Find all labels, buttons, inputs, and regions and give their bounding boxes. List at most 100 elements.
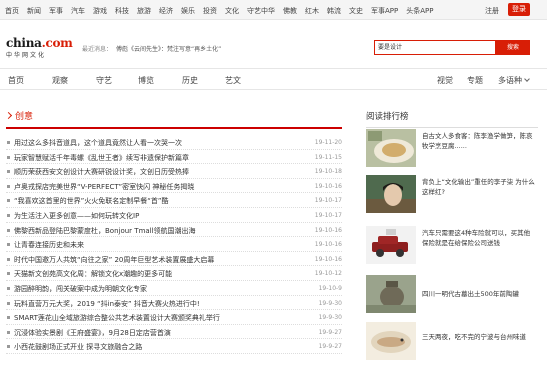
article-title[interactable]: 玩料直营万元大奖，2019 “抖in泰安” 抖音大赛火热进行中! <box>14 299 304 309</box>
nav-history[interactable]: 历史 <box>182 75 198 86</box>
article-date: 19-10-16 <box>314 241 342 249</box>
top-nav-item[interactable]: 韩流 <box>327 6 341 16</box>
article-title[interactable]: 让青春连接历史和未来 <box>14 240 304 250</box>
article-row[interactable]: 小西花鼓剧场正式开业 探寻文旅融合之路 19-9-27 <box>6 339 342 354</box>
article-date: 19-11-15 <box>314 153 342 161</box>
article-row[interactable]: 沉浸体验实景剧《王府盛宴》，9月28日定店营首演 19-9-27 <box>6 325 342 340</box>
top-nav-item[interactable]: 娱乐 <box>181 6 195 16</box>
article-title[interactable]: 沉浸体验实景剧《王府盛宴》，9月28日定店营首演 <box>14 328 304 338</box>
sidebar-divider <box>366 127 538 128</box>
top-nav-item[interactable]: 经济 <box>159 6 173 16</box>
article-date: 19-10-16 <box>314 182 342 190</box>
top-nav-item[interactable]: 文史 <box>349 6 363 16</box>
article-title[interactable]: 为生活注入更多创意——如何玩转文化IP <box>14 211 304 221</box>
rank-text[interactable]: 自古文人多食客：陈李渔学做笋，陈哀牧学烹豆腐...... <box>422 131 536 151</box>
article-row[interactable]: 佛黎西新品登陆巴黎蒙度杜，Bonjour Tmall领航国潮出海 19-10-16 <box>6 223 342 238</box>
bullet-icon <box>7 155 10 159</box>
rank-item[interactable]: 自古文人多食客：陈李渔学做笋，陈哀牧学烹豆腐...... <box>366 129 538 171</box>
nav-home[interactable]: 首页 <box>8 75 24 86</box>
article-title[interactable]: 顺历荣获西安文创设计大赛研锐设计奖，文创日历受热捧 <box>14 167 304 177</box>
latest-headline[interactable]: 傅彪《云间先生》：梵注写意“再乡土化” <box>116 46 221 53</box>
article-date: 19-9-27 <box>318 328 342 336</box>
article-date: 19-10-16 <box>314 255 342 263</box>
article-row[interactable]: 游园醉明韵，闯关破案中成为明朝文化专家 19-10-9 <box>6 281 342 296</box>
top-nav-item[interactable]: 新闻 <box>27 6 41 16</box>
rank-text[interactable]: 四川一明代古墓出土500年前陶罐 <box>422 289 536 299</box>
rank-text[interactable]: 汽车只需要这4种车险就可以，买其他保险就是在给保险公司送钱 <box>422 228 536 248</box>
top-nav-item[interactable]: 红木 <box>305 6 319 16</box>
article-title[interactable]: 天猫新文创苑高文化周：解锁文化x潮趣的更多可能 <box>14 269 304 279</box>
article-row[interactable]: 卢奥戎探店完美世界“V-PERFECT”密室快闪 神秘任务揭晓 19-10-16 <box>6 179 342 194</box>
top-nav-item[interactable]: 守艺中华 <box>247 6 275 16</box>
article-date: 19-10-12 <box>314 270 342 278</box>
article-row[interactable]: 玩家智慧赋活千年毒螺《乱世王者》续写非遗保护新篇章 19-11-15 <box>6 150 342 165</box>
article-row[interactable]: 让青春连接历史和未来 19-10-16 <box>6 237 342 252</box>
article-date: 19-10-16 <box>314 226 342 234</box>
latest-news: 最近消息： 傅彪《云间先生》：梵注写意“再乡土化” <box>82 44 221 53</box>
article-title[interactable]: 用过这么多抖音道具，这个道具竟然让人看一次哭一次 <box>14 138 304 148</box>
article-row[interactable]: SMART莲花山全域旅游综合整公共艺术装置设计大赛颁奖典礼举行 19-9-30 <box>6 310 342 325</box>
top-nav-item[interactable]: 科技 <box>115 6 129 16</box>
login-button[interactable]: 登录 <box>508 3 530 16</box>
nav-arts[interactable]: 艺文 <box>225 75 241 86</box>
rank-text[interactable]: 三天两夜，吃不完的宁波与台州味道 <box>422 332 536 342</box>
nav-visual[interactable]: 视觉 <box>437 75 453 86</box>
top-nav: 首页 新闻 军事 汽车 游戏 科技 旅游 经济 娱乐 投资 文化 守艺中华 佛教 红木 韩流 文史 军事APP 头… <box>5 6 433 16</box>
nav-expo[interactable]: 博览 <box>138 75 154 86</box>
bullet-icon <box>7 228 10 232</box>
article-row[interactable]: 用过这么多抖音道具，这个道具竟然让人看一次哭一次 19-11-20 <box>6 135 342 150</box>
search-button[interactable]: 搜索 <box>496 40 530 55</box>
bullet-icon <box>7 316 10 320</box>
nav-special[interactable]: 专题 <box>467 75 483 86</box>
article-list: 用过这么多抖音道具，这个道具竟然让人看一次哭一次 19-11-20 玩家智慧赋活千年… <box>6 135 342 354</box>
site-logo[interactable]: china.com 中华网文化 <box>6 36 73 59</box>
chevron-down-icon <box>524 76 530 82</box>
top-nav-item[interactable]: 旅游 <box>137 6 151 16</box>
article-row[interactable]: 玩料直营万元大奖，2019 “抖in泰安” 抖音大赛火热进行中! 19-9-30 <box>6 296 342 311</box>
rank-text[interactable]: 背负上“文化输出”重任的李子柒 为什么这样红? <box>422 177 536 197</box>
rank-item[interactable]: 汽车只需要这4种车险就可以，买其他保险就是在给保险公司送钱 <box>366 226 538 268</box>
car-thumbnail[interactable] <box>366 226 416 264</box>
rank-item[interactable]: 三天两夜，吃不完的宁波与台州味道 <box>366 322 538 364</box>
article-row[interactable]: 天猫新文创苑高文化周：解锁文化x潮趣的更多可能 19-10-12 <box>6 266 342 281</box>
top-nav-item[interactable]: 头条APP <box>406 6 433 16</box>
food-thumbnail[interactable] <box>366 129 416 167</box>
bullet-icon <box>7 243 10 247</box>
article-title[interactable]: 玩家智慧赋活千年毒螺《乱世王者》续写非遗保护新篇章 <box>14 153 304 163</box>
rank-item[interactable]: 背负上“文化输出”重任的李子柒 为什么这样红? <box>366 175 538 217</box>
portrait-thumbnail[interactable] <box>366 175 416 213</box>
top-nav-item[interactable]: 汽车 <box>71 6 85 16</box>
article-title[interactable]: 时代中国邀万人共筑“向往之家” 20周年巨型艺术装置展盛大启幕 <box>14 255 304 265</box>
fish-thumbnail[interactable] <box>366 322 416 360</box>
top-nav-item[interactable]: 军事APP <box>371 6 398 16</box>
register-link[interactable]: 注册 <box>485 6 499 16</box>
article-row[interactable]: “我喜欢这首里的世界”火火免联名定制早餐“首”酷 19-10-17 <box>6 193 342 208</box>
bullet-icon <box>7 257 10 261</box>
top-nav-item[interactable]: 佛教 <box>283 6 297 16</box>
top-nav-item[interactable]: 军事 <box>49 6 63 16</box>
pottery-thumbnail[interactable] <box>366 275 416 313</box>
search-input[interactable]: 要是设计 <box>374 40 496 55</box>
nav-observe[interactable]: 观察 <box>52 75 68 86</box>
languages-label: 多语种 <box>498 76 522 85</box>
nav-craft[interactable]: 守艺 <box>96 75 112 86</box>
bullet-icon <box>7 345 10 349</box>
article-title[interactable]: “我喜欢这首里的世界”火火免联名定制早餐“首”酷 <box>14 196 304 206</box>
nav-languages[interactable]: 多语种 <box>498 75 530 86</box>
article-title[interactable]: 卢奥戎探店完美世界“V-PERFECT”密室快闪 神秘任务揭晓 <box>14 182 304 192</box>
article-title[interactable]: 游园醉明韵，闯关破案中成为明朝文化专家 <box>14 284 304 294</box>
top-nav-item[interactable]: 投资 <box>203 6 217 16</box>
article-date: 19-10-9 <box>318 284 342 292</box>
article-title[interactable]: SMART莲花山全域旅游综合整公共艺术装置设计大赛颁奖典礼举行 <box>14 313 304 323</box>
rank-item[interactable]: 四川一明代古墓出土500年前陶罐 <box>366 275 538 317</box>
top-nav-item[interactable]: 游戏 <box>93 6 107 16</box>
article-row[interactable]: 顺历荣获西安文创设计大赛研锐设计奖，文创日历受热捧 19-10-18 <box>6 164 342 179</box>
article-date: 19-11-20 <box>314 139 342 146</box>
article-row[interactable]: 为生活注入更多创意——如何玩转文化IP 19-10-17 <box>6 208 342 223</box>
article-title[interactable]: 佛黎西新品登陆巴黎蒙度杜，Bonjour Tmall领航国潮出海 <box>14 226 304 236</box>
article-title[interactable]: 小西花鼓剧场正式开业 探寻文旅融合之路 <box>14 342 304 352</box>
article-row[interactable]: 时代中国邀万人共筑“向往之家” 20周年巨型艺术装置展盛大启幕 19-10-16 <box>6 252 342 267</box>
bullet-icon <box>7 170 10 174</box>
top-nav-item[interactable]: 首页 <box>5 6 19 16</box>
top-nav-item[interactable]: 文化 <box>225 6 239 16</box>
